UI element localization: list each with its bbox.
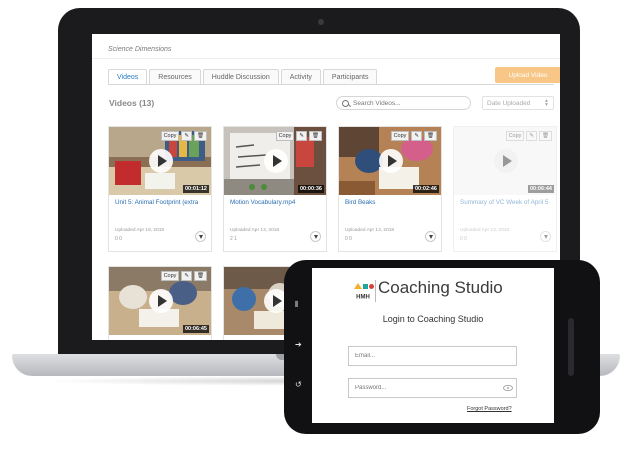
copy-button[interactable]: Copy bbox=[390, 131, 410, 141]
password-field[interactable] bbox=[348, 378, 517, 398]
logo-divider bbox=[375, 280, 376, 302]
header-divider bbox=[92, 58, 560, 59]
edit-icon[interactable]: ✎ bbox=[181, 271, 193, 281]
video-card[interactable]: Copy ✎ 🗑 00:01:12 Unit 5: Animal Footpri… bbox=[108, 126, 212, 252]
brand-title: Coaching Studio bbox=[378, 278, 503, 297]
tab-huddle-discussion[interactable]: Huddle Discussion bbox=[202, 69, 279, 84]
video-thumbnail[interactable]: Copy ✎ 🗑 00:02:46 bbox=[339, 127, 441, 195]
email-input[interactable] bbox=[355, 353, 495, 359]
edit-icon[interactable]: ✎ bbox=[411, 131, 423, 141]
sort-select-value: Date Uploaded bbox=[487, 99, 531, 107]
card-toolbar: Copy ✎ 🗑 bbox=[160, 131, 207, 141]
email-field[interactable] bbox=[348, 346, 517, 366]
duration-badge: 00:06:45 bbox=[182, 325, 209, 333]
upload-video-button[interactable]: Upload Video bbox=[495, 67, 560, 83]
phone-screen: HMH Coaching Studio Login to Coaching St… bbox=[312, 268, 554, 423]
play-icon[interactable] bbox=[149, 149, 173, 173]
comment-counts: 0 0 bbox=[460, 236, 467, 242]
duration-badge: 00:06:44 bbox=[527, 185, 554, 193]
search-box[interactable] bbox=[336, 96, 471, 110]
play-icon[interactable] bbox=[379, 149, 403, 173]
copy-button[interactable]: Copy bbox=[275, 131, 295, 141]
video-title-link[interactable]: Bird Beaks bbox=[345, 199, 439, 206]
trash-icon[interactable]: 🗑 bbox=[424, 131, 437, 141]
phone-speaker bbox=[568, 318, 574, 376]
video-card[interactable]: Copy ✎ 🗑 00:00:36 Motion Vocabulary.mp4 … bbox=[223, 126, 327, 252]
sort-arrows-icon: ▲ ▼ bbox=[544, 98, 549, 108]
play-icon[interactable] bbox=[264, 149, 288, 173]
comment-counts: 2 1 bbox=[230, 236, 237, 242]
download-icon[interactable] bbox=[310, 231, 321, 242]
upload-date: Uploaded Apr 13, 2018 bbox=[460, 228, 510, 233]
play-icon[interactable] bbox=[494, 149, 518, 173]
tab-bar: Videos Resources Huddle Discussion Activ… bbox=[108, 69, 379, 84]
forgot-password-link[interactable]: Forgot Password? bbox=[467, 406, 512, 412]
play-icon[interactable] bbox=[149, 289, 173, 313]
video-title-link[interactable]: Motion Vocabulary.mp4 bbox=[230, 199, 324, 206]
copy-button[interactable]: Copy bbox=[160, 271, 180, 281]
trash-icon[interactable]: 🗑 bbox=[309, 131, 322, 141]
trash-icon[interactable]: 🗑 bbox=[194, 271, 207, 281]
upload-date: Uploaded Apr 13, 2018 bbox=[230, 228, 280, 233]
edit-icon[interactable]: ✎ bbox=[296, 131, 308, 141]
trash-icon[interactable]: 🗑 bbox=[194, 131, 207, 141]
card-toolbar: Copy ✎ 🗑 bbox=[505, 131, 552, 141]
recent-apps-icon[interactable]: ⫴ bbox=[295, 300, 298, 310]
duration-badge: 00:01:12 bbox=[182, 185, 209, 193]
card-toolbar: Copy ✎ 🗑 bbox=[390, 131, 437, 141]
video-card[interactable]: Copy ✎ 🗑 00:06:44 Summary of VC Week of … bbox=[453, 126, 557, 252]
tab-resources[interactable]: Resources bbox=[149, 69, 201, 84]
download-icon[interactable] bbox=[425, 231, 436, 242]
trash-icon[interactable]: 🗑 bbox=[539, 131, 552, 141]
tab-participants[interactable]: Participants bbox=[322, 69, 378, 84]
upload-date: Uploaded Apr 13, 2018 bbox=[345, 228, 395, 233]
search-icon bbox=[342, 99, 349, 107]
show-password-icon[interactable] bbox=[503, 385, 513, 391]
card-toolbar: Copy ✎ 🗑 bbox=[160, 271, 207, 281]
sort-select[interactable]: Date Uploaded ▲ ▼ bbox=[482, 96, 554, 110]
camera-icon bbox=[318, 19, 324, 25]
search-input[interactable] bbox=[353, 99, 463, 107]
copy-button[interactable]: Copy bbox=[160, 131, 180, 141]
edit-icon[interactable]: ✎ bbox=[181, 131, 193, 141]
card-toolbar: Copy ✎ 🗑 bbox=[275, 131, 322, 141]
copy-button[interactable]: Copy bbox=[505, 131, 525, 141]
logo-text: HMH bbox=[356, 295, 370, 301]
video-card[interactable]: Copy ✎ 🗑 00:06:45 bbox=[108, 266, 212, 340]
tab-videos[interactable]: Videos bbox=[108, 69, 148, 84]
tabs-divider bbox=[108, 84, 554, 85]
duration-badge: 00:02:46 bbox=[412, 185, 439, 193]
video-thumbnail[interactable]: Copy ✎ 🗑 00:01:12 bbox=[109, 127, 211, 195]
video-title-link[interactable]: Unit 5: Animal Footprint (extra bbox=[115, 199, 209, 206]
video-thumbnail[interactable]: Copy ✎ 🗑 00:00:36 bbox=[224, 127, 326, 195]
comment-counts: 0 0 bbox=[345, 236, 352, 242]
hmh-logo-icon: HMH bbox=[354, 283, 374, 301]
video-thumbnail[interactable]: Copy ✎ 🗑 00:06:44 bbox=[454, 127, 556, 195]
duration-badge: 00:00:36 bbox=[297, 185, 324, 193]
edit-icon[interactable]: ✎ bbox=[526, 131, 538, 141]
course-title: Science Dimensions bbox=[108, 46, 172, 53]
video-thumbnail[interactable]: Copy ✎ 🗑 00:06:45 bbox=[109, 267, 211, 335]
video-title-link[interactable]: Summary of VC Week of April 5 bbox=[460, 199, 554, 206]
tab-activity[interactable]: Activity bbox=[280, 69, 321, 84]
back-icon[interactable]: ↺ bbox=[295, 380, 302, 389]
upload-date: Uploaded Apr 18, 2018 bbox=[115, 228, 165, 233]
download-icon[interactable] bbox=[540, 231, 551, 242]
home-icon[interactable]: ➔ bbox=[295, 340, 302, 349]
login-heading: Login to Coaching Studio bbox=[382, 314, 484, 324]
comment-counts: 0 0 bbox=[115, 236, 122, 242]
video-card[interactable]: Copy ✎ 🗑 00:02:46 Bird Beaks Uploaded Ap… bbox=[338, 126, 442, 252]
videos-heading: Videos (13) bbox=[109, 98, 155, 108]
download-icon[interactable] bbox=[195, 231, 206, 242]
password-input[interactable] bbox=[355, 385, 495, 391]
